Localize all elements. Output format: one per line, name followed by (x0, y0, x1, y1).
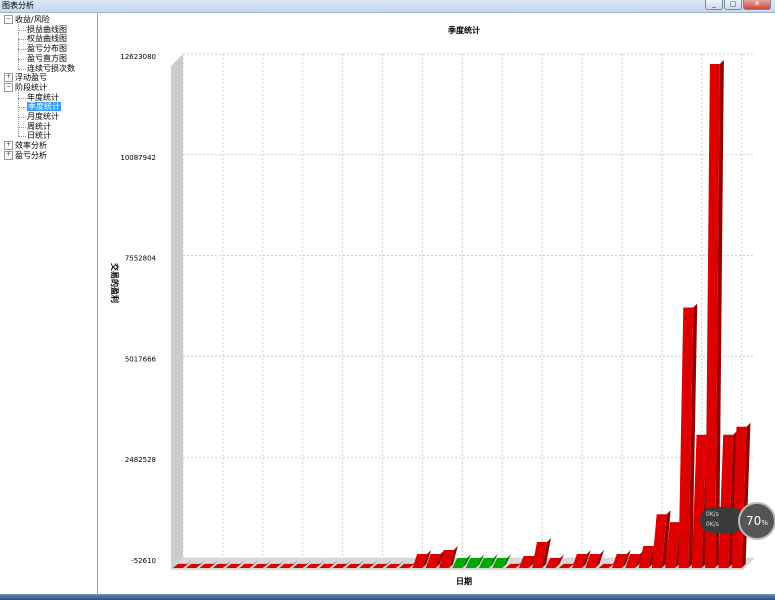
y-tick-label: 12623080 (120, 53, 156, 61)
maximize-button[interactable]: □ (724, 0, 742, 10)
tree-connector (18, 126, 26, 128)
bar-chart: 12623080 10087942 7552804 5017666 2482528 -52… (110, 25, 755, 586)
tree-connector (18, 136, 26, 138)
tree-connector (18, 117, 26, 118)
chart-side-wall (171, 54, 183, 570)
tree-item-label: 权益曲线图 (27, 34, 67, 44)
tree-item[interactable]: 日统计 (27, 131, 51, 141)
collapse-icon[interactable]: − (4, 82, 13, 92)
tree-connector (18, 24, 19, 69)
expand-icon[interactable]: + (4, 141, 13, 151)
gauge-value: 70 (746, 514, 762, 528)
tree-connector (18, 97, 26, 99)
tree-connector (18, 91, 19, 137)
tree-item[interactable]: 月度统计 (27, 112, 59, 122)
tree-item-label: 盈亏分析 (15, 150, 47, 160)
window-titlebar: 图表分析 _ □ ✕ (0, 0, 775, 13)
tree-connector (18, 39, 26, 41)
close-button[interactable]: ✕ (743, 0, 771, 10)
y-tick-label: 7552804 (125, 255, 157, 263)
chart-panel: 12623080 10087942 7552804 5017666 2482528 -52… (98, 13, 775, 594)
tree-item-label: 效率分析 (15, 141, 47, 151)
taskbar (0, 594, 775, 600)
tree-item-label: 损益曲线图 (27, 24, 67, 34)
cpu-gauge[interactable]: 70% (738, 502, 775, 540)
upload-speed: 0K/s (706, 511, 719, 518)
tree-item[interactable]: 连续亏损次数 (27, 64, 75, 74)
collapse-icon[interactable]: − (4, 15, 13, 24)
y-tick-label: 2482528 (125, 456, 156, 464)
gauge-unit: % (761, 519, 768, 527)
tree-connector (18, 107, 26, 109)
tree-item[interactable]: − 阶段统计 (4, 82, 47, 93)
tree-item[interactable]: + 浮动盈亏 (4, 73, 47, 83)
chart-title: 季度统计 (447, 25, 480, 35)
tree-connector (18, 49, 26, 51)
minimize-button[interactable]: _ (705, 0, 723, 10)
y-tick-label: 5017666 (125, 355, 157, 363)
tree-item-label: 阶段统计 (15, 82, 47, 92)
tree-item-label: 连续亏损次数 (27, 63, 75, 73)
expand-icon[interactable]: + (4, 73, 13, 83)
download-speed: 0K/s (706, 521, 719, 528)
tree-item[interactable]: + 效率分析 (4, 141, 47, 151)
navigation-tree: − 收益/风险 损益曲线图 权益曲线图 盈亏分布图 盈亏直方图 连续亏损次数 + 浮动盈亏 − 阶段… (0, 13, 98, 594)
y-axis-label: 交易的盈利 (110, 263, 120, 303)
y-tick-label: -52610 (131, 557, 156, 565)
tree-item[interactable]: + 盈亏分析 (4, 150, 47, 161)
tree-connector (18, 68, 26, 70)
tree-connector (18, 29, 26, 31)
window-controls: _ □ ✕ (705, 0, 771, 10)
y-tick-label: 10087942 (120, 154, 156, 162)
tree-item-label: 年度统计 (27, 92, 59, 102)
tree-item-label: 周统计 (27, 121, 51, 131)
plot-background (183, 54, 755, 558)
window-title: 图表分析 (2, 1, 34, 10)
tree-item[interactable]: − 收益/风险 (4, 15, 50, 25)
tree-item-label: 季度统计 (27, 102, 61, 112)
tree-item[interactable]: 季度统计 (27, 102, 61, 112)
tree-item-label: 浮动盈亏 (15, 73, 47, 83)
expand-icon[interactable]: + (4, 150, 13, 160)
tree-item-label: 盈亏直方图 (27, 53, 67, 63)
tree-connector (18, 58, 26, 60)
tree-item[interactable]: 盈亏直方图 (27, 54, 67, 64)
tree-item[interactable]: 权益曲线图 (27, 34, 67, 44)
tree-item[interactable]: 盈亏分布图 (27, 44, 67, 54)
tree-item-label: 月度统计 (27, 112, 59, 121)
tree-item-label: 收益/风险 (15, 15, 50, 24)
x-axis-label: 日期 (456, 576, 472, 586)
tree-item-label: 日统计 (27, 131, 51, 141)
tree-item-label: 盈亏分布图 (27, 44, 67, 54)
